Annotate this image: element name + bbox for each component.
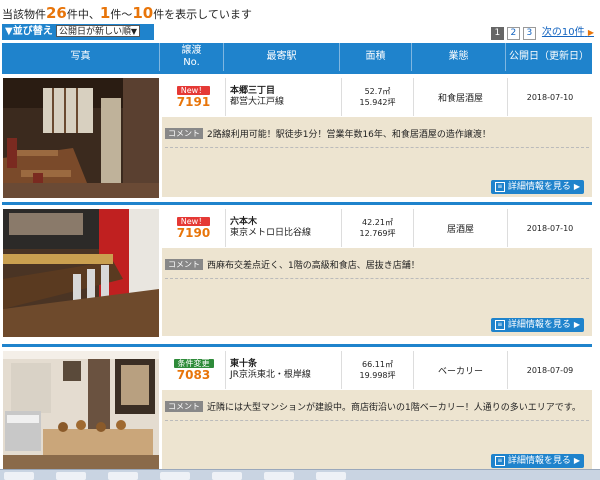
col-date: 公開日（更新日） xyxy=(509,51,589,62)
comment-tag: コメント xyxy=(165,401,203,412)
station-name: 東十条 xyxy=(230,359,258,369)
listing-photo[interactable] xyxy=(3,78,159,198)
comment-text: 西麻布交差点近く、1階の高級和食店、居抜き店舗！ xyxy=(207,261,420,271)
station-cell: 六本木 東京メトロ日比谷線 xyxy=(226,209,342,247)
arrow-right-icon: ▶ xyxy=(573,182,580,191)
transfer-no-cell: New！ 7190 xyxy=(162,209,226,247)
listing-photo[interactable] xyxy=(3,351,159,472)
type-cell: 居酒屋 xyxy=(414,209,508,247)
table-header: 写真 譲渡 No. 最寄駅 面積 業態 公開日（更新日） xyxy=(2,43,592,71)
col-transfer-no: 譲渡 No. xyxy=(160,43,224,71)
date-cell: 2018-07-09 xyxy=(526,365,574,375)
area-cell: 42.21㎡ 12.769坪 xyxy=(342,209,414,247)
transfer-no-cell: New！ 7191 xyxy=(162,78,226,116)
document-icon: ≡ xyxy=(494,182,505,192)
col-area: 面積 xyxy=(340,43,412,71)
comment-tag: コメント xyxy=(165,128,203,139)
comment-text: 2路線利用可能！駅徒歩1分！営業年数16年、和食居酒屋の造作譲渡！ xyxy=(207,130,491,140)
station-cell: 東十条 JR京浜東北・根岸線 xyxy=(226,351,342,389)
listing-row: New！ 7190 六本木 東京メトロ日比谷線 42.21㎡ 12.769坪 居… xyxy=(2,202,592,341)
detail-button[interactable]: ≡ 詳細情報を見る ▶ xyxy=(490,454,584,468)
next-page-link[interactable]: 次の10件 ▶ xyxy=(542,26,594,40)
status-badge: New！ xyxy=(176,216,211,226)
area-cell: 66.11㎡ 19.998坪 xyxy=(342,351,414,389)
divider xyxy=(165,147,589,148)
taskbar xyxy=(0,469,600,480)
comment-area: コメント 近隣には大型マンションが建設中。商店街沿いの1階ベーカリー！人通りの多… xyxy=(162,390,592,472)
next-arrow-icon: ▶ xyxy=(587,28,594,37)
sort-select[interactable]: 公開日が新しい順 ▼ xyxy=(56,25,140,37)
dropdown-arrow-icon: ▼ xyxy=(130,27,137,36)
type-cell: 和食居酒屋 xyxy=(414,78,508,116)
listing-photo[interactable] xyxy=(3,209,159,337)
train-line: JR京浜東北・根岸線 xyxy=(230,370,311,380)
arrow-right-icon: ▶ xyxy=(573,320,580,329)
comment-area: コメント 2路線利用可能！駅徒歩1分！営業年数16年、和食居酒屋の造作譲渡！ ≡… xyxy=(162,117,592,197)
col-type: 業態 xyxy=(412,43,506,71)
train-line: 東京メトロ日比谷線 xyxy=(230,228,312,238)
type-cell: ベーカリー xyxy=(414,351,508,389)
transfer-no: 7191 xyxy=(176,94,211,109)
page-3[interactable]: 3 xyxy=(522,26,536,40)
pagination: 1 2 3 次の10件 ▶ xyxy=(490,26,594,40)
page-1[interactable]: 1 xyxy=(490,26,504,40)
document-icon: ≡ xyxy=(494,456,505,466)
date-cell: 2018-07-10 xyxy=(526,92,574,102)
col-station: 最寄駅 xyxy=(224,43,340,71)
transfer-no-cell: 条件変更 7083 xyxy=(162,351,226,389)
area-cell: 52.7㎡ 15.942坪 xyxy=(342,78,414,116)
divider xyxy=(165,278,589,279)
status-badge: New！ xyxy=(176,85,211,95)
transfer-no: 7190 xyxy=(176,225,211,240)
station-name: 本郷三丁目 xyxy=(230,86,276,96)
station-cell: 本郷三丁目 都営大江戸線 xyxy=(226,78,342,116)
listing-row: 条件変更 7083 東十条 JR京浜東北・根岸線 66.11㎡ 19.998坪 … xyxy=(2,344,592,472)
sort-bar: ▼並び替え 公開日が新しい順 ▼ xyxy=(2,24,154,40)
train-line: 都営大江戸線 xyxy=(230,97,285,107)
detail-button[interactable]: ≡ 詳細情報を見る ▶ xyxy=(490,318,584,332)
listing-row: New！ 7191 本郷三丁目 都営大江戸線 52.7㎡ 15.942坪 和食居… xyxy=(2,71,592,202)
comment-area: コメント 西麻布交差点近く、1階の高級和食店、居抜き店舗！ ≡ 詳細情報を見る … xyxy=(162,248,592,336)
arrow-right-icon: ▶ xyxy=(573,456,580,465)
comment-tag: コメント xyxy=(165,259,203,270)
result-summary: 当該物件26件中、1件～10件を表示しています xyxy=(2,4,252,22)
station-name: 六本木 xyxy=(230,217,258,227)
comment-text: 近隣には大型マンションが建設中。商店街沿いの1階ベーカリー！人通りの多いエリアで… xyxy=(207,403,581,413)
status-badge: 条件変更 xyxy=(173,358,214,368)
transfer-no: 7083 xyxy=(176,367,211,382)
col-photo: 写真 xyxy=(2,43,160,71)
sort-label: ▼並び替え xyxy=(5,26,53,37)
date-cell: 2018-07-10 xyxy=(526,223,574,233)
page-2[interactable]: 2 xyxy=(506,26,520,40)
detail-button[interactable]: ≡ 詳細情報を見る ▶ xyxy=(490,180,584,194)
document-icon: ≡ xyxy=(494,320,505,330)
divider xyxy=(165,420,589,421)
